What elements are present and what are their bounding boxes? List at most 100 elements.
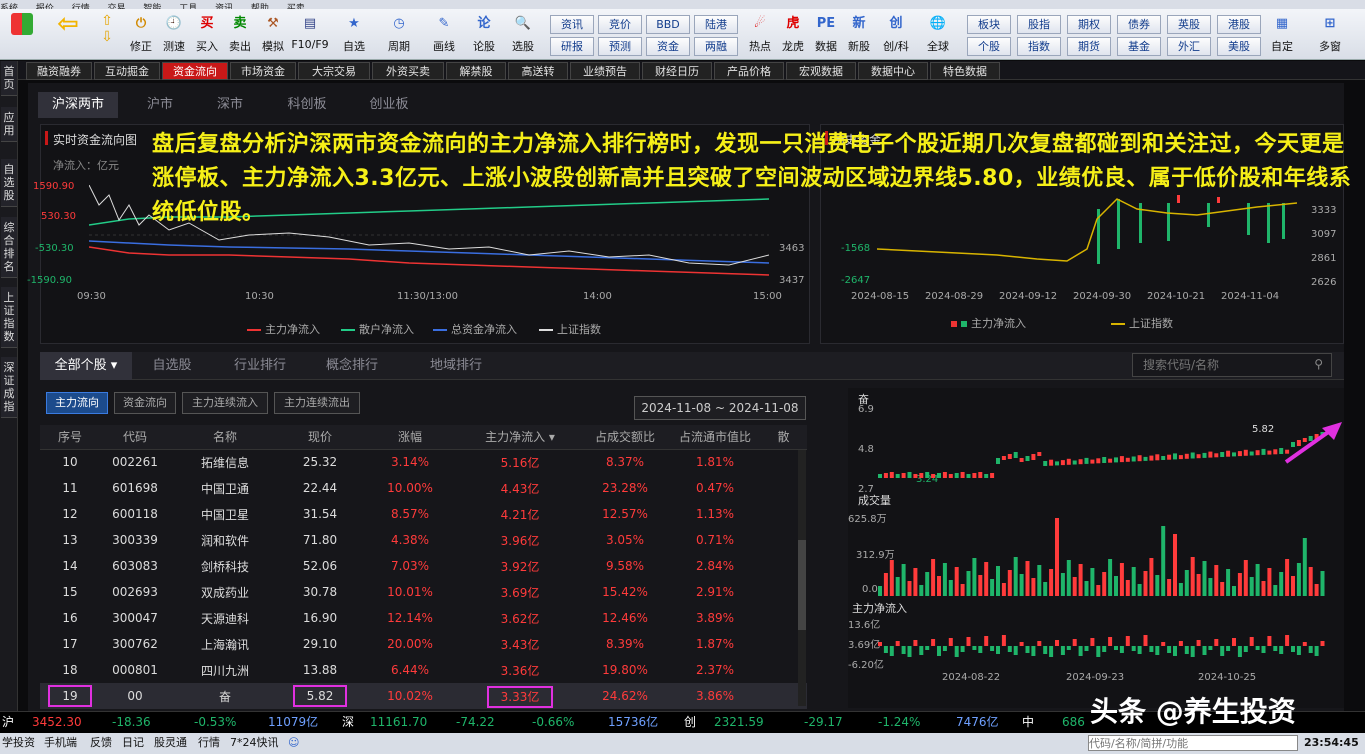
hk-stocks-button[interactable]: 港股 bbox=[1217, 15, 1261, 34]
table-row[interactable]: 12 600118 中国卫星 31.54 8.57% 4.21亿 12.57% 1.13% bbox=[40, 501, 807, 527]
col-header-sorted[interactable]: 主力净流入 ▾ bbox=[460, 425, 580, 450]
bottom-link[interactable]: 行情 bbox=[198, 733, 220, 753]
search-box[interactable]: ⚲ bbox=[1132, 353, 1332, 377]
tab-star[interactable]: 科创板 bbox=[272, 92, 342, 118]
table-row[interactable]: 11 601698 中国卫通 22.44 10.00% 4.43亿 23.28% 0.47% bbox=[40, 475, 807, 501]
bbd-button[interactable]: BBD bbox=[646, 15, 690, 34]
table-row[interactable]: 17 300762 上海瀚讯 29.10 20.00% 3.43亿 8.39% 1.87% bbox=[40, 631, 807, 657]
table-row[interactable]: 16 300047 天源迪科 16.90 12.14% 3.62亿 12.46% 3.89% bbox=[40, 605, 807, 631]
funds-button[interactable]: 资金 bbox=[646, 37, 690, 56]
col-header[interactable]: 占成交额比 bbox=[580, 425, 670, 450]
sell-button[interactable]: 卖卖出 bbox=[224, 13, 256, 59]
tab-industry[interactable]: 行业排行 bbox=[222, 352, 298, 380]
sz-label[interactable]: 深 bbox=[342, 712, 354, 733]
side-tab-watchlist[interactable]: 自选股 bbox=[1, 159, 17, 207]
nav-tab[interactable]: 宏观数据 bbox=[786, 62, 856, 80]
zh-label[interactable]: 中 bbox=[1022, 712, 1034, 733]
tab-concept[interactable]: 概念排行 bbox=[314, 352, 390, 380]
f10-button[interactable]: ▤ F10/F9 bbox=[290, 13, 330, 59]
custom-button[interactable]: ▦ 自定 bbox=[1266, 13, 1298, 59]
table-row[interactable]: 15 002693 双成药业 30.78 10.01% 3.69亿 15.42% 2.91% bbox=[40, 579, 807, 605]
sector-button[interactable]: 板块 bbox=[967, 15, 1011, 34]
side-tab-ranking[interactable]: 综合排名 bbox=[1, 217, 17, 278]
bottom-link[interactable]: 股灵通 bbox=[154, 733, 187, 753]
col-header[interactable]: 占流通市值比 bbox=[670, 425, 760, 450]
bottom-link[interactable]: 反馈 bbox=[90, 733, 112, 753]
scrollbar[interactable] bbox=[798, 450, 806, 706]
fix-button[interactable]: ⏻ 修正 bbox=[125, 13, 157, 59]
margin-button[interactable]: 两融 bbox=[694, 37, 738, 56]
nav-tab-active[interactable]: 资金流向 bbox=[162, 62, 228, 80]
bottom-link[interactable]: 7*24快讯 bbox=[230, 733, 279, 753]
side-tab-home[interactable]: 首页 bbox=[1, 61, 17, 96]
col-header[interactable]: 散 bbox=[760, 425, 807, 450]
nav-tab[interactable]: 外资买卖 bbox=[372, 62, 444, 80]
simulate-button[interactable]: ⚒ 模拟 bbox=[257, 13, 289, 59]
tab-region[interactable]: 地域排行 bbox=[418, 352, 494, 380]
search-icon[interactable]: ⚲ bbox=[1314, 357, 1323, 371]
options-button[interactable]: 期权 bbox=[1067, 15, 1111, 34]
nav-tab[interactable]: 数据中心 bbox=[858, 62, 928, 80]
up-down-icon[interactable]: ⇧ ⇩ bbox=[96, 13, 118, 59]
tab-all-stocks[interactable]: 全部个股 ▾ bbox=[40, 352, 132, 380]
stock-button[interactable]: 个股 bbox=[967, 37, 1011, 56]
col-header[interactable]: 代码 bbox=[100, 425, 170, 450]
nav-tab[interactable]: 互动掘金 bbox=[94, 62, 160, 80]
global-button[interactable]: 🌐 全球 bbox=[922, 13, 954, 59]
forum-button[interactable]: 论论股 bbox=[468, 13, 500, 59]
side-tab-sh-index[interactable]: 上证指数 bbox=[1, 287, 17, 348]
tab-watchlist[interactable]: 自选股 bbox=[140, 352, 204, 380]
side-tab-apps[interactable]: 应用 bbox=[1, 107, 17, 142]
tab-gem[interactable]: 创业板 bbox=[354, 92, 424, 118]
index-button[interactable]: 指数 bbox=[1017, 37, 1061, 56]
cy-label[interactable]: 创 bbox=[684, 712, 696, 733]
layout-icon[interactable] bbox=[6, 13, 38, 59]
nav-tab[interactable]: 市场资金 bbox=[230, 62, 296, 80]
nav-tab[interactable]: 高送转 bbox=[508, 62, 568, 80]
chip-main-flow[interactable]: 主力流向 bbox=[46, 392, 108, 414]
col-header[interactable]: 序号 bbox=[40, 425, 100, 450]
chip-continuous-in[interactable]: 主力连续流入 bbox=[182, 392, 268, 414]
nav-tab[interactable]: 大宗交易 bbox=[298, 62, 370, 80]
auction-button[interactable]: 竞价 bbox=[598, 15, 642, 34]
tab-sh[interactable]: 沪市 bbox=[130, 92, 190, 118]
forex-button[interactable]: 外汇 bbox=[1167, 37, 1211, 56]
draw-line-button[interactable]: ✎ 画线 bbox=[428, 13, 460, 59]
us-stocks-button[interactable]: 美股 bbox=[1217, 37, 1261, 56]
nav-tab[interactable]: 财经日历 bbox=[642, 62, 712, 80]
data-button[interactable]: PE 数据 bbox=[810, 13, 842, 59]
research-button[interactable]: 研报 bbox=[550, 37, 594, 56]
new-stock-button[interactable]: 新新股 bbox=[843, 13, 875, 59]
col-header[interactable]: 现价 bbox=[280, 425, 360, 450]
multi-window-button[interactable]: ⊞ 多窗 bbox=[1308, 13, 1352, 59]
index-futures-button[interactable]: 股指 bbox=[1017, 15, 1061, 34]
table-row[interactable]: 14 603083 剑桥科技 52.06 7.03% 3.92亿 9.58% 2.84% bbox=[40, 553, 807, 579]
nav-tab[interactable]: 产品价格 bbox=[714, 62, 784, 80]
nav-tab[interactable]: 解禁股 bbox=[446, 62, 506, 80]
tab-all-markets[interactable]: 沪深两市 bbox=[38, 92, 118, 118]
buy-button[interactable]: 买买入 bbox=[191, 13, 223, 59]
tab-sz[interactable]: 深市 bbox=[200, 92, 260, 118]
table-row[interactable]: 10 002261 拓维信息 25.32 3.14% 5.16亿 8.37% 1.81% bbox=[40, 449, 807, 475]
table-row[interactable]: 13 300339 润和软件 71.80 4.38% 3.96亿 3.05% 0.71% bbox=[40, 527, 807, 553]
nav-tab[interactable]: 特色数据 bbox=[930, 62, 1000, 80]
chip-continuous-out[interactable]: 主力连续流出 bbox=[274, 392, 360, 414]
table-row[interactable]: 18 000801 四川九洲 13.88 6.44% 3.36亿 19.80% 2.37% bbox=[40, 657, 807, 683]
speed-test-button[interactable]: 🕘 测速 bbox=[158, 13, 190, 59]
table-row[interactable]: 19 00 奋 5.82 10.02% 3.33亿 24.62% 3.86% bbox=[40, 683, 807, 709]
period-button[interactable]: ◷ 周期 bbox=[383, 13, 415, 59]
col-header[interactable]: 涨幅 bbox=[360, 425, 460, 450]
bonds-button[interactable]: 债券 bbox=[1117, 15, 1161, 34]
bottom-link[interactable]: 日记 bbox=[122, 733, 144, 753]
search-input[interactable] bbox=[1133, 354, 1303, 376]
futures-button[interactable]: 期货 bbox=[1067, 37, 1111, 56]
fund-button[interactable]: 基金 bbox=[1117, 37, 1161, 56]
uk-stocks-button[interactable]: 英股 bbox=[1167, 15, 1211, 34]
col-header[interactable]: 名称 bbox=[170, 425, 280, 450]
star-market-button[interactable]: 创创/科 bbox=[876, 13, 916, 59]
side-tab-sz-index[interactable]: 深证成指 bbox=[1, 357, 17, 418]
hk-connect-button[interactable]: 陆港 bbox=[694, 15, 738, 34]
hotspot-button[interactable]: ☄ 热点 bbox=[744, 13, 776, 59]
nav-tab[interactable]: 融资融券 bbox=[26, 62, 92, 80]
bottom-link[interactable]: 学投资 bbox=[2, 733, 35, 753]
